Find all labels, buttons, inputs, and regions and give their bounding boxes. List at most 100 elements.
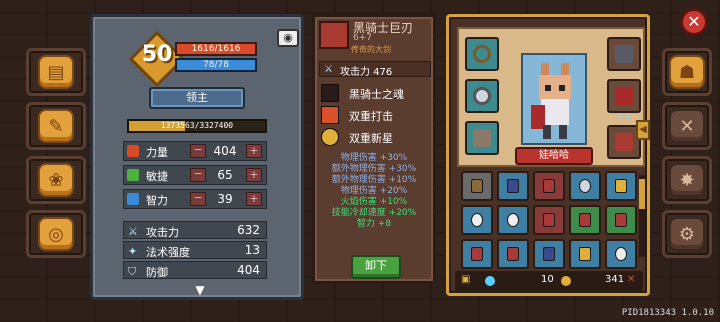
inventory-slot[interactable] <box>461 239 493 269</box>
menu-skills-button[interactable]: ✕ <box>662 102 712 150</box>
exp-bar: 1373563/3327400 <box>127 119 267 133</box>
map-icon: ✎ <box>38 109 74 143</box>
bonus-line: 额外物理伤害 +10% <box>331 175 417 185</box>
bonus-line: 火焰伤害 +10% <box>340 197 408 207</box>
card-icon <box>471 247 483 261</box>
gold-count: 341 <box>605 274 625 285</box>
menu-book-button[interactable]: ▤ <box>26 48 86 96</box>
weapon-icon <box>615 133 633 151</box>
weapon-skill[interactable]: 黑骑士之魂 <box>319 83 431 103</box>
weapon-plus: 6+7 <box>353 33 372 43</box>
slot-upgrade-badge: +5 <box>617 113 631 123</box>
menu-wheel-button[interactable]: ◎ <box>26 210 86 258</box>
paw-icon: ❀ <box>38 163 74 197</box>
battle-stat-value: 632 <box>237 223 260 237</box>
bonus-line: 物理伤害 +30% <box>340 153 408 163</box>
card-icon <box>507 247 519 261</box>
inventory-slot[interactable] <box>461 205 493 235</box>
equipment-panel: 娃哈哈 +5 ▣ 10 341 ✕ <box>446 14 650 296</box>
mp-bar: 78/78 <box>175 58 257 72</box>
wheel-icon: ◎ <box>38 217 74 251</box>
inventory-slot[interactable] <box>497 239 529 269</box>
boots-icon <box>473 129 491 147</box>
intellect-plus-button[interactable]: + <box>246 192 262 206</box>
agility-minus-button[interactable]: − <box>190 168 206 182</box>
strength-icon <box>127 145 139 157</box>
inventory-slot[interactable] <box>497 205 529 235</box>
gear-slot-necklace[interactable] <box>465 37 499 71</box>
coin-icon <box>561 276 571 286</box>
inventory-slot[interactable] <box>533 205 565 235</box>
unequip-button[interactable]: 卸下 <box>351 255 401 279</box>
battle-stat-label: 法术强度 <box>146 246 190 259</box>
battle-stat-label: 防御 <box>146 266 168 279</box>
inventory-slot[interactable] <box>497 171 529 201</box>
camera-button[interactable]: ◉ <box>277 29 299 47</box>
scrollbar-thumb[interactable] <box>639 179 645 209</box>
chain-icon <box>579 179 591 193</box>
player-title[interactable]: 领主 <box>149 87 245 109</box>
star-burst-icon: ✸ <box>669 163 705 197</box>
battle-stat-attack: ⚔ 攻击力 632 <box>123 221 267 239</box>
agility-icon <box>127 169 139 181</box>
strength-plus-button[interactable]: + <box>246 144 262 158</box>
book-icon: ▤ <box>38 55 74 89</box>
attribute-value: 404 <box>213 144 237 158</box>
double-nova-icon <box>321 128 339 146</box>
necklace-icon <box>473 45 491 63</box>
gear-icon: ⚙ <box>669 217 705 251</box>
weapon-skill[interactable]: 双重打击 <box>319 105 431 125</box>
character-portrait-area: 娃哈哈 +5 <box>457 27 645 167</box>
feather-icon <box>507 213 519 227</box>
weapon-skill[interactable]: 双重新星 <box>319 127 431 147</box>
wand-icon: ✦ <box>128 245 138 258</box>
menu-settings-button[interactable]: ⚙ <box>662 210 712 258</box>
weapon-detail-panel: 黑骑士巨刃 6+7 传奇的大剑 ⚔ 攻击力 476 黑骑士之魂 双重打击 双重新… <box>312 14 436 284</box>
gold-bar-icon <box>579 247 591 261</box>
gear-slot-armor[interactable] <box>607 37 641 71</box>
skill-label: 双重新星 <box>349 132 393 145</box>
inventory-slot[interactable] <box>461 171 493 201</box>
gear-slot-boots[interactable] <box>465 121 499 155</box>
ring-icon <box>473 87 491 105</box>
battle-stat-label: 攻击力 <box>146 226 179 239</box>
battle-stat-spell-power: ✦ 法术强度 13 <box>123 241 267 259</box>
camera-icon: ◉ <box>283 31 293 44</box>
weapon-sword-icon <box>319 21 349 49</box>
inventory-slot[interactable] <box>533 239 565 269</box>
scroll-down-icon[interactable]: ▼ <box>185 284 215 297</box>
inventory-scrollbar[interactable] <box>639 175 645 257</box>
agility-plus-button[interactable]: + <box>246 168 262 182</box>
lock-icon[interactable]: ▣ <box>461 274 470 285</box>
attribute-label: 智力 <box>146 194 168 207</box>
menu-helmet-button[interactable]: ☗ <box>662 48 712 96</box>
menu-pet-button[interactable]: ❀ <box>26 156 86 204</box>
feather-icon <box>471 213 483 227</box>
strength-minus-button[interactable]: − <box>190 144 206 158</box>
close-button[interactable]: ✕ <box>680 8 708 36</box>
skill-label: 黑骑士之魂 <box>349 88 404 101</box>
collapse-arrow-icon[interactable]: ◀ <box>636 120 650 140</box>
gear-slot-accessory[interactable] <box>607 79 641 113</box>
inventory-slot[interactable] <box>569 205 601 235</box>
gear-slot-ring[interactable] <box>465 79 499 113</box>
inventory-slot[interactable] <box>569 239 601 269</box>
intellect-minus-button[interactable]: − <box>190 192 206 206</box>
card-icon <box>543 213 555 227</box>
left-menu: ▤ ✎ ❀ ◎ <box>26 48 96 264</box>
attribute-value: 39 <box>217 192 233 206</box>
card-icon <box>579 213 591 227</box>
inventory-slot[interactable] <box>533 171 565 201</box>
inventory-slot[interactable] <box>605 239 637 269</box>
menu-talent-button[interactable]: ✸ <box>662 156 712 204</box>
inventory-slot[interactable] <box>605 205 637 235</box>
attribute-row-strength: 力量 − 404 + <box>123 141 267 161</box>
battle-stat-defense: ⛉ 防御 404 <box>123 261 267 279</box>
gem-count: 10 <box>541 274 554 285</box>
menu-map-button[interactable]: ✎ <box>26 102 86 150</box>
inventory-slot[interactable] <box>605 171 637 201</box>
card-icon <box>543 247 555 261</box>
sword-icon: ⚔ <box>324 64 333 75</box>
sort-icon[interactable]: ✕ <box>627 274 635 285</box>
inventory-slot[interactable] <box>569 171 601 201</box>
